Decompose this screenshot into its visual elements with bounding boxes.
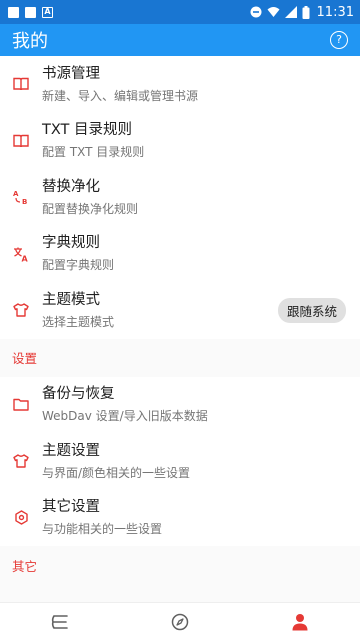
menu-item-title: TXT 目录规则 [42, 122, 133, 139]
square-notification-icon [25, 6, 36, 18]
replace-icon: AB [13, 190, 27, 205]
translate-icon: A [14, 247, 29, 262]
shirt-icon [13, 303, 29, 317]
menu-item-title: 备份与恢复 [42, 386, 115, 403]
menu-item-title: 替换净化 [42, 178, 100, 195]
nav-my[interactable] [240, 603, 360, 640]
bottom-navigation [0, 602, 360, 640]
page-title: 我的 [12, 31, 48, 52]
menu-item-title: 字典规则 [42, 235, 100, 252]
folder-icon [13, 399, 29, 411]
help-icon[interactable]: ? [330, 31, 348, 49]
menu-item-subtitle: 与功能相关的一些设置 [42, 522, 163, 537]
bookshelf-icon [51, 614, 68, 629]
svg-text:B: B [22, 198, 27, 205]
menu-item-subtitle: 与界面/颜色相关的一些设置 [42, 465, 191, 480]
compass-icon [171, 613, 189, 630]
book-icon [13, 134, 29, 147]
settings-card: 备份与恢复 WebDav 设置/导入旧版本数据 主题设置 与界面/颜色相关的一些… [0, 376, 360, 547]
nav-bookshelf[interactable] [0, 603, 120, 640]
battery-icon [302, 5, 310, 19]
menu-item-txt-rules[interactable]: TXT 目录规则 配置 TXT 目录规则 [0, 113, 360, 170]
menu-item-subtitle: WebDav 设置/导入旧版本数据 [42, 409, 208, 424]
image-notification-icon [8, 6, 19, 18]
menu-item-replace[interactable]: AB 替换净化 配置替换净化规则 [0, 169, 360, 226]
status-bar: A 11:31 [0, 0, 360, 24]
wifi-icon [267, 7, 280, 17]
book-icon [13, 78, 29, 91]
menu-item-backup[interactable]: 备份与恢复 WebDav 设置/导入旧版本数据 [0, 377, 360, 434]
app-bar: 我的 ? [0, 24, 360, 56]
content-scroll[interactable]: 书源管理 新建、导入、编辑或管理书源 TXT 目录规则 配置 TXT 目录规则 … [0, 56, 360, 602]
menu-item-title: 其它设置 [42, 499, 100, 516]
menu-item-other-settings[interactable]: 其它设置 与功能相关的一些设置 [0, 490, 360, 547]
menu-item-theme-settings[interactable]: 主题设置 与界面/颜色相关的一些设置 [0, 433, 360, 490]
svg-text:A: A [13, 190, 19, 198]
shirt-icon [13, 454, 29, 468]
a-notification-icon: A [42, 6, 53, 18]
dnd-icon [250, 6, 262, 18]
menu-item-title: 书源管理 [42, 65, 100, 82]
svg-text:A: A [22, 254, 29, 262]
menu-item-subtitle: 配置 TXT 目录规则 [42, 145, 145, 160]
menu-item-title: 主题设置 [42, 442, 100, 459]
person-icon [292, 613, 308, 630]
settings-icon [14, 510, 28, 525]
clock: 11:31 [316, 4, 354, 20]
section-header-settings: 设置 [0, 338, 360, 377]
menu-item-subtitle: 配置字典规则 [42, 258, 115, 273]
menu-item-book-source[interactable]: 书源管理 新建、导入、编辑或管理书源 [0, 56, 360, 113]
main-menu-card: 书源管理 新建、导入、编辑或管理书源 TXT 目录规则 配置 TXT 目录规则 … [0, 56, 360, 339]
menu-item-subtitle: 配置替换净化规则 [42, 201, 139, 216]
nav-discover[interactable] [120, 603, 240, 640]
menu-item-theme-mode[interactable]: 主题模式 选择主题模式 跟随系统 [0, 282, 360, 339]
signal-icon [284, 6, 297, 18]
menu-item-dictionary[interactable]: A 字典规则 配置字典规则 [0, 226, 360, 283]
menu-item-subtitle: 新建、导入、编辑或管理书源 [42, 88, 199, 103]
section-header-other: 其它 [0, 546, 360, 584]
theme-mode-chip[interactable]: 跟随系统 [277, 298, 346, 323]
